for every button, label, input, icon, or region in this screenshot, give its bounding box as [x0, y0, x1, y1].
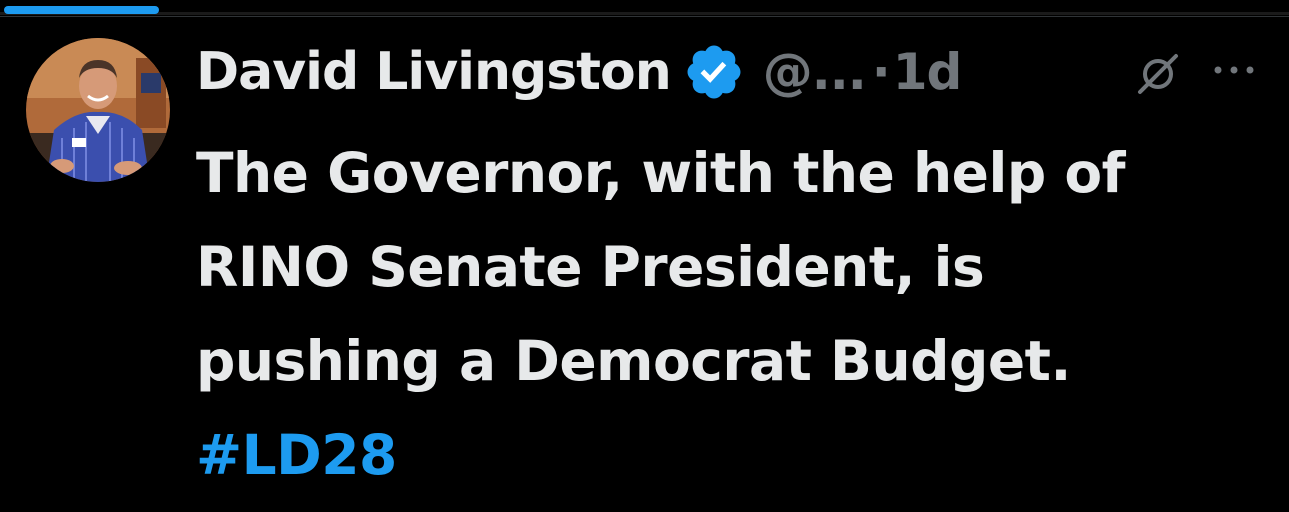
avatar-image — [26, 38, 170, 182]
progress-bar — [4, 6, 159, 14]
top-divider — [0, 16, 1289, 17]
verified-badge-icon[interactable] — [683, 41, 745, 103]
tweet-text: The Governor, with the help of RINO Sena… — [196, 126, 1276, 502]
tweet-header: David Livingston @... · 1d — [196, 36, 963, 108]
tweet-text-line: RINO Senate President, is — [196, 235, 985, 299]
tweet-text-line: The Governor, with the help of — [196, 141, 1126, 205]
grok-icon[interactable] — [1136, 52, 1180, 96]
hashtag-link[interactable]: #LD28 — [196, 408, 1276, 502]
author-handle[interactable]: @... — [763, 43, 867, 101]
tweet-text-line: pushing a Democrat Budget. — [196, 329, 1071, 393]
separator-dot: · — [871, 43, 891, 101]
author-name[interactable]: David Livingston — [196, 42, 672, 102]
progress-track — [0, 12, 1289, 15]
timestamp[interactable]: 1d — [893, 43, 963, 101]
more-options-icon[interactable] — [1212, 60, 1256, 80]
avatar[interactable] — [26, 38, 170, 182]
